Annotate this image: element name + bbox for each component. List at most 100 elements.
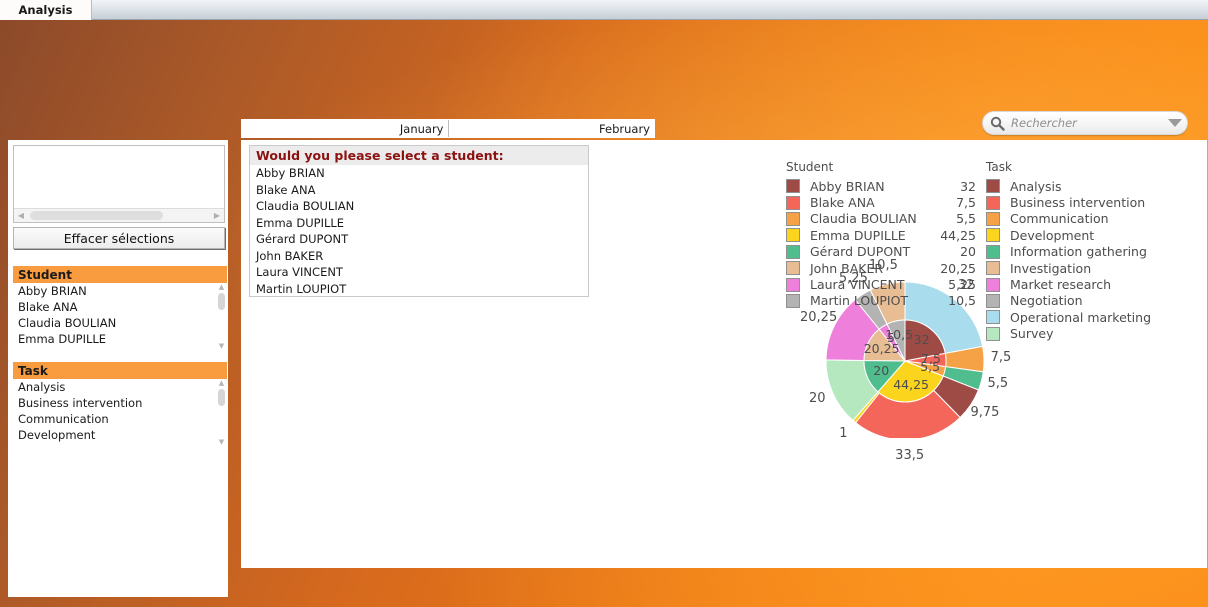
legend-color-swatch [986, 293, 1000, 308]
month-tab-february[interactable]: February [448, 120, 654, 137]
legend-item[interactable]: Information gathering [986, 244, 1196, 260]
list-item[interactable]: Communication [13, 411, 227, 427]
scroll-left-icon[interactable]: ◀ [14, 209, 28, 223]
legend-label: Abby BRIAN [810, 178, 885, 194]
legend-item[interactable]: Business intervention [986, 194, 1196, 210]
legend-color-swatch [786, 293, 800, 308]
legend-label: Analysis [1010, 178, 1062, 194]
legend-task-title: Task [986, 160, 1012, 174]
legend-color-swatch [786, 179, 800, 194]
legend-color-swatch [986, 211, 1000, 226]
clear-selections-label: Effacer sélections [63, 230, 175, 246]
month-tab-january[interactable]: January [242, 120, 449, 137]
legend-item[interactable]: Laura VINCENT 5,25 [786, 276, 976, 292]
listbox-student-scrollbar[interactable]: ▲ ▼ [216, 283, 227, 351]
legend-label: Information gathering [1010, 244, 1147, 260]
legend-color-swatch [986, 310, 1000, 325]
legend-label: Operational marketing [1010, 309, 1152, 325]
legend-color-swatch [786, 261, 800, 276]
list-item[interactable]: John BAKER [250, 248, 588, 265]
legend-item[interactable]: Market research [986, 276, 1196, 292]
list-item[interactable]: Abby BRIAN [250, 165, 588, 182]
legend-item[interactable]: Survey [986, 326, 1196, 342]
legend-task: Task Analysis Business intervention Commun… [986, 160, 1196, 342]
scroll-thumb[interactable] [30, 211, 163, 220]
legend-color-swatch [786, 277, 800, 292]
pie-slice-label: 20 [809, 391, 826, 407]
list-item[interactable]: Emma DUPILLE [250, 215, 588, 232]
prompt-title: Would you please select a student: [250, 146, 588, 165]
legend-student-title: Student [786, 160, 834, 174]
legend-item[interactable]: Communication [986, 211, 1196, 227]
legend-label: Claudia BOULIAN [810, 211, 917, 227]
legend-color-swatch [986, 179, 1000, 194]
search-placeholder: Rechercher [1011, 116, 1077, 130]
legend-item[interactable]: Claudia BOULIAN 5,5 [786, 211, 976, 227]
legend-value: 20 [960, 244, 976, 260]
scroll-track[interactable] [28, 211, 210, 220]
listbox-task-scrollbar[interactable]: ▲ ▼ [216, 379, 227, 447]
legend-item[interactable]: Martin LOUPIOT 10,5 [786, 293, 976, 309]
list-item[interactable]: Blake ANA [13, 299, 227, 315]
list-item[interactable]: Analysis [13, 379, 227, 395]
current-selections-box[interactable]: ◀ ▶ [13, 145, 225, 223]
legend-item[interactable]: Blake ANA 7,5 [786, 194, 976, 210]
legend-item[interactable]: Investigation [986, 260, 1196, 276]
legend-label: Blake ANA [810, 195, 875, 211]
legend-label: Emma DUPILLE [810, 227, 906, 243]
horizontal-scrollbar[interactable]: ◀ ▶ [14, 208, 224, 222]
scroll-down-icon[interactable]: ▼ [219, 438, 224, 447]
search-box[interactable]: Rechercher [982, 111, 1188, 135]
list-item[interactable]: Gérard DUPONT [250, 231, 588, 248]
legend-color-swatch [986, 261, 1000, 276]
pie-slice-label: 9,75 [970, 405, 1000, 421]
legend-item[interactable]: Gérard DUPONT 20 [786, 244, 976, 260]
list-item[interactable]: Abby BRIAN [13, 283, 227, 299]
list-item[interactable]: Claudia BOULIAN [13, 315, 227, 331]
listbox-student[interactable]: Abby BRIAN Blake ANA Claudia BOULIAN Emm… [13, 283, 227, 351]
listbox-task[interactable]: Analysis Business intervention Communica… [13, 379, 227, 447]
month-tab-bar: January February [241, 119, 655, 138]
legend-value: 20,25 [940, 260, 976, 276]
legend-color-swatch [986, 277, 1000, 292]
list-item[interactable]: Laura VINCENT [250, 264, 588, 281]
clear-selections-button[interactable]: Effacer sélections [13, 227, 225, 249]
scroll-up-icon[interactable]: ▲ [219, 283, 224, 292]
tab-analysis-label: Analysis [18, 3, 73, 17]
legend-item[interactable]: Negotiation [986, 293, 1196, 309]
legend-item[interactable]: Abby BRIAN 32 [786, 178, 976, 194]
legend-item[interactable]: Analysis [986, 178, 1196, 194]
legend-item[interactable]: Development [986, 227, 1196, 243]
list-item[interactable]: Development [13, 427, 227, 443]
legend-value: 10,5 [948, 293, 976, 309]
legend-color-swatch [986, 195, 1000, 210]
scroll-thumb[interactable] [218, 389, 225, 406]
chevron-down-icon[interactable] [1163, 118, 1187, 128]
scroll-right-icon[interactable]: ▶ [210, 209, 224, 223]
legend-item[interactable]: Emma DUPILLE 44,25 [786, 227, 976, 243]
list-item[interactable]: Martin LOUPIOT [250, 281, 588, 298]
legend-item[interactable]: Operational marketing [986, 309, 1196, 325]
tab-analysis[interactable]: Analysis [0, 0, 92, 20]
list-item[interactable]: Business intervention [13, 395, 227, 411]
pie-slice-label: 32 [913, 331, 930, 347]
list-item[interactable]: Claudia BOULIAN [250, 198, 588, 215]
list-item[interactable]: Blake ANA [250, 182, 588, 199]
list-item[interactable]: Emma DUPILLE [13, 331, 227, 347]
legend-student-rows: Abby BRIAN 32 Blake ANA 7,5 Claudia BOULIAN 5… [786, 178, 976, 309]
legend-label: Laura VINCENT [810, 277, 905, 293]
legend-value: 5,25 [948, 277, 976, 293]
legend-value: 5,5 [956, 211, 976, 227]
legend-label: John BAKER [810, 260, 884, 276]
pie-slice-label: 10,5 [885, 326, 914, 342]
legend-label: Gérard DUPONT [810, 244, 911, 260]
listbox-title-student: Student [18, 267, 72, 282]
legend-label: Survey [1010, 326, 1054, 342]
scroll-down-icon[interactable]: ▼ [219, 342, 224, 351]
legend-item[interactable]: John BAKER 20,25 [786, 260, 976, 276]
month-tab-label: February [599, 121, 650, 136]
scroll-thumb[interactable] [218, 293, 225, 310]
main-content-panel: Would you please select a student: Abby … [241, 140, 1207, 568]
scroll-up-icon[interactable]: ▲ [219, 379, 224, 388]
legend-label: Communication [1010, 211, 1109, 227]
